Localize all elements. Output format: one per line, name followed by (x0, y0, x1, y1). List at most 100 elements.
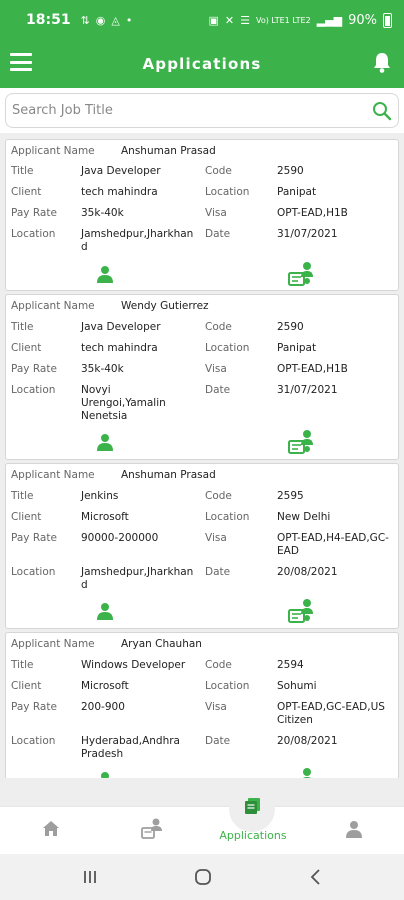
signal-icon: ▂▄▆ (316, 13, 343, 27)
applicant-name-label: Applicant Name (11, 638, 95, 650)
applicant-name-value: Wendy Gutierrez (121, 300, 209, 312)
system-nav-bar (0, 854, 404, 900)
client-label: Client (11, 680, 42, 692)
home-button[interactable] (194, 868, 212, 886)
title-value: Jenkins (81, 490, 119, 502)
search-icon[interactable] (372, 101, 392, 121)
title-label: Title (11, 659, 34, 671)
status-bar: 18:51 ⇅ ◉ ◬ • ▣ ✕ ☰ Vo) LTE1 LTE2 ▂▄▆ 90… (0, 0, 404, 40)
application-card[interactable]: Applicant Name Aryan Chauhan Title Windo… (5, 632, 399, 778)
location-value: Jamshedpur,Jharkhand (81, 566, 194, 591)
client-value: Microsoft (81, 680, 129, 692)
code-value: 2590 (277, 321, 304, 333)
client-label: Client (11, 186, 42, 198)
code-label: Code (205, 165, 232, 177)
code-value: 2590 (277, 165, 304, 177)
title-value: Java Developer (81, 321, 161, 333)
back-button[interactable] (308, 868, 324, 886)
job-location-value: Panipat (277, 342, 317, 354)
page-title: Applications (142, 55, 262, 73)
pay-rate-label: Pay Rate (11, 701, 57, 713)
bottom-nav (0, 806, 404, 854)
code-label: Code (205, 659, 232, 671)
client-value: tech mahindra (81, 186, 158, 198)
applicant-name-label: Applicant Name (11, 145, 95, 157)
job-application-icon[interactable] (288, 767, 314, 778)
code-label: Code (205, 490, 232, 502)
battery-percent: 90% (348, 12, 377, 28)
job-application-icon[interactable] (288, 429, 314, 455)
applicant-profile-icon[interactable] (96, 433, 114, 451)
app-bar: Applications (0, 40, 404, 88)
visa-label: Visa (205, 207, 227, 219)
job-location-value: Panipat (277, 186, 317, 198)
job-seeker-icon[interactable] (141, 818, 163, 840)
date-value: 20/08/2021 (277, 566, 338, 578)
location-label: Location (11, 228, 56, 240)
recents-button[interactable] (82, 869, 98, 885)
alarm-icon: ▣ (208, 13, 219, 27)
client-value: Microsoft (81, 511, 129, 523)
data-icon: ⇅ (80, 13, 90, 27)
status-left: 18:51 ⇅ ◉ ◬ • (26, 12, 132, 28)
applicant-profile-icon[interactable] (96, 602, 114, 620)
location-value: Hyderabad,Andhra Pradesh (81, 735, 180, 760)
application-card[interactable]: Applicant Name Wendy Gutierrez Title Jav… (5, 294, 399, 460)
pay-rate-value: 90000-200000 (81, 532, 159, 544)
date-value: 31/07/2021 (277, 228, 338, 240)
title-value: Windows Developer (81, 659, 186, 671)
title-label: Title (11, 165, 34, 177)
pay-rate-value: 200-900 (81, 701, 125, 713)
bell-icon[interactable] (372, 52, 392, 74)
visa-value: OPT-EAD,GC-EAD,US Citizen (277, 701, 385, 726)
menu-icon[interactable] (10, 53, 32, 71)
location-value: Novyi Urengoi,Yamalin Nenetsia (81, 384, 166, 422)
application-card[interactable]: Applicant Name Anshuman Prasad Title Jen… (5, 463, 399, 629)
mute-icon: ✕ (224, 13, 235, 27)
date-label: Date (205, 384, 231, 396)
visa-value: OPT-EAD,H4-EAD,GC-EAD (277, 532, 389, 557)
search-input[interactable] (12, 103, 372, 118)
applicant-name-value: Anshuman Prasad (121, 469, 216, 481)
visa-label: Visa (205, 363, 227, 375)
bottom-nav-spacer (0, 778, 404, 806)
job-location-value: New Delhi (277, 511, 331, 523)
status-right: ▣ ✕ ☰ Vo) LTE1 LTE2 ▂▄▆ 90% (208, 12, 392, 28)
applications-list[interactable]: Applicant Name Anshuman Prasad Title Jav… (0, 133, 404, 778)
title-label: Title (11, 321, 34, 333)
applicant-name-label: Applicant Name (11, 300, 95, 312)
applicant-profile-icon[interactable] (96, 265, 114, 283)
signal-text: Vo) LTE1 LTE2 (255, 15, 311, 25)
client-label: Client (11, 511, 42, 523)
battery-icon (383, 12, 392, 28)
applicant-name-label: Applicant Name (11, 469, 95, 481)
dot-icon: • (125, 13, 133, 27)
job-location-value: Sohumi (277, 680, 317, 692)
code-value: 2595 (277, 490, 304, 502)
client-value: tech mahindra (81, 342, 158, 354)
location-icon: ◉ (95, 13, 106, 27)
visa-label: Visa (205, 701, 227, 713)
application-card[interactable]: Applicant Name Anshuman Prasad Title Jav… (5, 139, 399, 291)
visa-value: OPT-EAD,H1B (277, 363, 348, 375)
job-application-icon[interactable] (288, 598, 314, 624)
pay-rate-label: Pay Rate (11, 207, 57, 219)
nav-applications-label[interactable]: Applications (213, 829, 293, 842)
applicant-name-value: Aryan Chauhan (121, 638, 202, 650)
home-icon[interactable] (42, 820, 60, 837)
profile-icon[interactable] (345, 820, 363, 838)
date-label: Date (205, 735, 231, 747)
pay-rate-value: 35k-40k (81, 363, 124, 375)
applicant-profile-icon[interactable] (96, 771, 114, 778)
visa-label: Visa (205, 532, 227, 544)
client-label: Client (11, 342, 42, 354)
search-bar (5, 93, 399, 128)
date-value: 31/07/2021 (277, 384, 338, 396)
job-location-label: Location (205, 511, 250, 523)
job-application-icon[interactable] (288, 261, 314, 287)
applicant-name-value: Anshuman Prasad (121, 145, 216, 157)
applications-icon[interactable] (244, 797, 261, 815)
pay-rate-label: Pay Rate (11, 363, 57, 375)
job-location-label: Location (205, 680, 250, 692)
vpn-icon: ◬ (111, 13, 120, 27)
